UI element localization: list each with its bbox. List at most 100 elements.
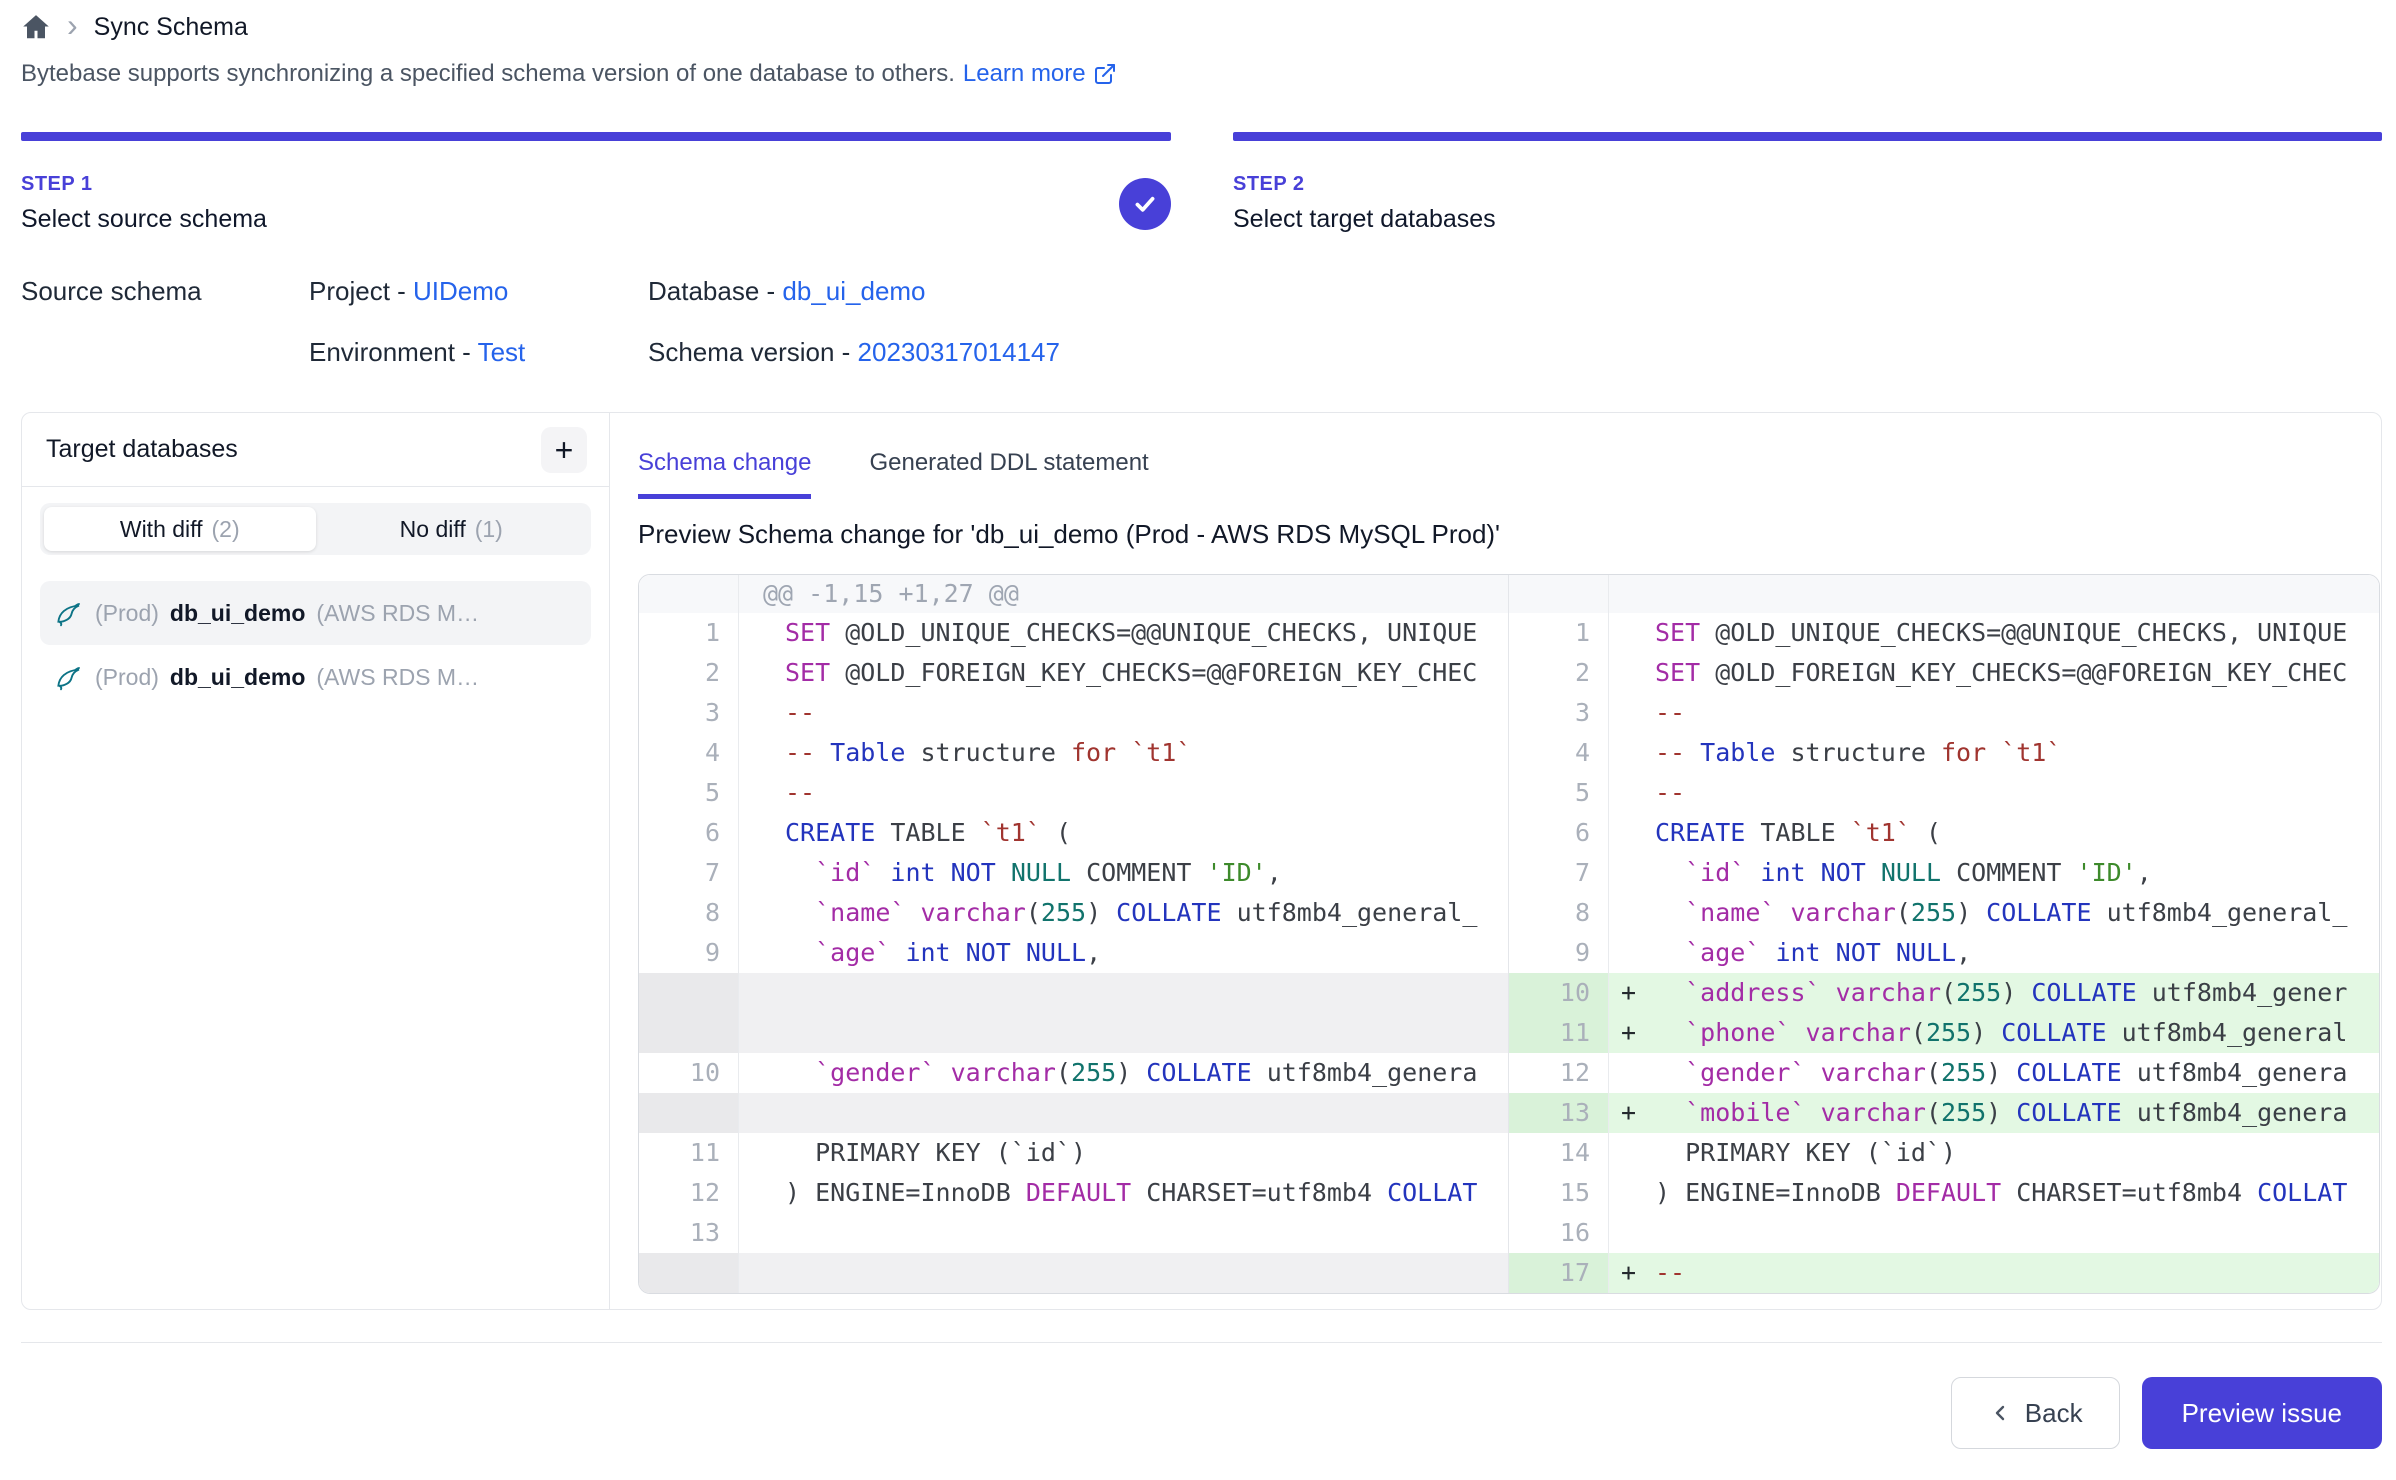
diff-row <box>639 973 1508 1013</box>
code-line: `id` int NOT NULL COMMENT 'ID', <box>1609 853 2379 893</box>
diff-row: 10 `gender` varchar(255) COLLATE utf8mb4… <box>639 1053 1508 1093</box>
code-line: + `phone` varchar(255) COLLATE utf8mb4_g… <box>1609 1013 2379 1053</box>
step-1-label: STEP 1 <box>21 173 1171 196</box>
diff-row: 5-- <box>1509 773 2379 813</box>
environment-link[interactable]: Test <box>478 337 526 367</box>
diff-row <box>639 1253 1508 1293</box>
diff-filter-tabs: With diff (2) No diff (1) <box>40 503 591 555</box>
line-number-gutter: 15 <box>1509 1173 1609 1213</box>
line-number-gutter: 12 <box>1509 1053 1609 1093</box>
database-link[interactable]: db_ui_demo <box>782 276 925 306</box>
source-environment: Environment - Test <box>309 337 648 368</box>
preview-issue-button[interactable]: Preview issue <box>2142 1377 2382 1449</box>
code-line: -- <box>739 693 1508 733</box>
tab-with-diff[interactable]: With diff (2) <box>44 507 316 551</box>
line-number-gutter: 2 <box>1509 653 1609 693</box>
chevron-right-icon: › <box>67 9 78 41</box>
line-number-gutter: 9 <box>1509 933 1609 973</box>
line-number-gutter: 13 <box>639 1213 739 1253</box>
diff-row: 17+-- <box>1509 1253 2379 1293</box>
line-number-gutter: 16 <box>1509 1213 1609 1253</box>
learn-more-link[interactable]: Learn more <box>963 60 1117 88</box>
step-1-title: Select source schema <box>21 205 1171 234</box>
diff-row: 10+ `address` varchar(255) COLLATE utf8m… <box>1509 973 2379 1013</box>
target-database-item[interactable]: (Prod)db_ui_demo(AWS RDS MySQL Prod) <box>40 581 591 645</box>
code-line <box>739 1013 1508 1053</box>
line-number-gutter: 4 <box>1509 733 1609 773</box>
diff-row: 5-- <box>639 773 1508 813</box>
code-line: ) ENGINE=InnoDB DEFAULT CHARSET=utf8mb4 … <box>1609 1173 2379 1213</box>
step-1: STEP 1 Select source schema <box>21 132 1171 234</box>
diff-row: 9 `age` int NOT NULL, <box>1509 933 2379 973</box>
schema-version-link[interactable]: 20230317014147 <box>858 337 1060 367</box>
external-link-icon <box>1093 62 1117 86</box>
diff-row: 3-- <box>639 693 1508 733</box>
tab-schema-change[interactable]: Schema change <box>638 449 811 499</box>
intro-text: Bytebase supports synchronizing a specif… <box>21 60 2382 88</box>
line-number-gutter: 11 <box>639 1133 739 1173</box>
line-number-gutter: 3 <box>639 693 739 733</box>
code-line: PRIMARY KEY (`id`) <box>739 1133 1508 1173</box>
diff-row: 6CREATE TABLE `t1` ( <box>1509 813 2379 853</box>
no-diff-count: (1) <box>475 516 503 543</box>
diff-row: 11+ `phone` varchar(255) COLLATE utf8mb4… <box>1509 1013 2379 1053</box>
added-line-marker: + <box>1621 1013 1636 1053</box>
code-line: CREATE TABLE `t1` ( <box>1609 813 2379 853</box>
diff-pane-old: @@ -1,15 +1,27 @@1SET @OLD_UNIQUE_CHECKS… <box>639 575 1509 1293</box>
diff-row: 8 `name` varchar(255) COLLATE utf8mb4_ge… <box>639 893 1508 933</box>
source-schema-version: Schema version - 20230317014147 <box>648 337 2382 368</box>
line-number-gutter: 11 <box>1509 1013 1609 1053</box>
page: › Sync Schema Bytebase supports synchron… <box>21 0 2382 1449</box>
add-target-database-button[interactable]: + <box>541 427 587 473</box>
diff-row: 6CREATE TABLE `t1` ( <box>639 813 1508 853</box>
code-line <box>739 1093 1508 1133</box>
code-line: `name` varchar(255) COLLATE utf8mb4_gene… <box>1609 893 2379 933</box>
line-number-gutter: 17 <box>1509 1253 1609 1293</box>
stepper: STEP 1 Select source schema STEP 2 Selec… <box>21 132 2382 234</box>
code-line: -- <box>739 773 1508 813</box>
diff-row: 1SET @OLD_UNIQUE_CHECKS=@@UNIQUE_CHECKS,… <box>1509 613 2379 653</box>
breadcrumb: › Sync Schema <box>21 0 2382 42</box>
line-number-gutter: 8 <box>639 893 739 933</box>
line-number-gutter: 6 <box>1509 813 1609 853</box>
diff-hunk-header <box>1509 575 2379 613</box>
db-instance: (AWS RDS MySQL Prod) <box>316 600 484 627</box>
project-link[interactable]: UIDemo <box>413 276 508 306</box>
back-button[interactable]: Back <box>1951 1377 2120 1449</box>
tab-generated-ddl[interactable]: Generated DDL statement <box>869 449 1148 499</box>
source-schema-summary: Source schema Project - UIDemo Database … <box>21 276 2382 368</box>
diff-row: 4-- Table structure for `t1` <box>1509 733 2379 773</box>
line-number-gutter: 14 <box>1509 1133 1609 1173</box>
db-name: db_ui_demo <box>170 600 305 627</box>
code-line: SET @OLD_FOREIGN_KEY_CHECKS=@@FOREIGN_KE… <box>1609 653 2379 693</box>
diff-row: 8 `name` varchar(255) COLLATE utf8mb4_ge… <box>1509 893 2379 933</box>
diff-row: 2SET @OLD_FOREIGN_KEY_CHECKS=@@FOREIGN_K… <box>1509 653 2379 693</box>
code-line <box>739 1213 1508 1253</box>
target-database-item[interactable]: (Prod) db_ui_demo (AWS RDS MySQL Prod) <box>40 645 591 709</box>
diff-row: 14 PRIMARY KEY (`id`) <box>1509 1133 2379 1173</box>
db-name: db_ui_demo <box>170 664 305 691</box>
home-icon[interactable] <box>21 12 51 42</box>
code-line: `gender` varchar(255) COLLATE utf8mb4_ge… <box>739 1053 1508 1093</box>
line-number-gutter: 5 <box>639 773 739 813</box>
diff-row: 12 `gender` varchar(255) COLLATE utf8mb4… <box>1509 1053 2379 1093</box>
preview-title: Preview Schema change for 'db_ui_demo (P… <box>638 519 2381 550</box>
tab-no-diff[interactable]: No diff (1) <box>316 507 588 551</box>
line-number-gutter: 1 <box>1509 613 1609 653</box>
code-line: CREATE TABLE `t1` ( <box>739 813 1508 853</box>
code-line: @@ -1,15 +1,27 @@ <box>739 575 1508 613</box>
chevron-left-icon <box>1988 1401 2012 1425</box>
step-1-progress-bar <box>21 132 1171 141</box>
line-number-gutter: 2 <box>639 653 739 693</box>
code-line: PRIMARY KEY (`id`) <box>1609 1133 2379 1173</box>
target-databases-title: Target databases <box>46 435 238 464</box>
code-line: -- <box>1609 773 2379 813</box>
line-number-gutter: 10 <box>639 1053 739 1093</box>
db-instance: (AWS RDS MySQL Prod) <box>316 664 484 691</box>
added-line-marker: + <box>1621 1253 1636 1293</box>
db-environment: (Prod) <box>95 664 159 691</box>
step-2-title: Select target databases <box>1233 205 2382 234</box>
diff-row: 1SET @OLD_UNIQUE_CHECKS=@@UNIQUE_CHECKS,… <box>639 613 1508 653</box>
code-line: SET @OLD_FOREIGN_KEY_CHECKS=@@FOREIGN_KE… <box>739 653 1508 693</box>
code-line: SET @OLD_UNIQUE_CHECKS=@@UNIQUE_CHECKS, … <box>739 613 1508 653</box>
